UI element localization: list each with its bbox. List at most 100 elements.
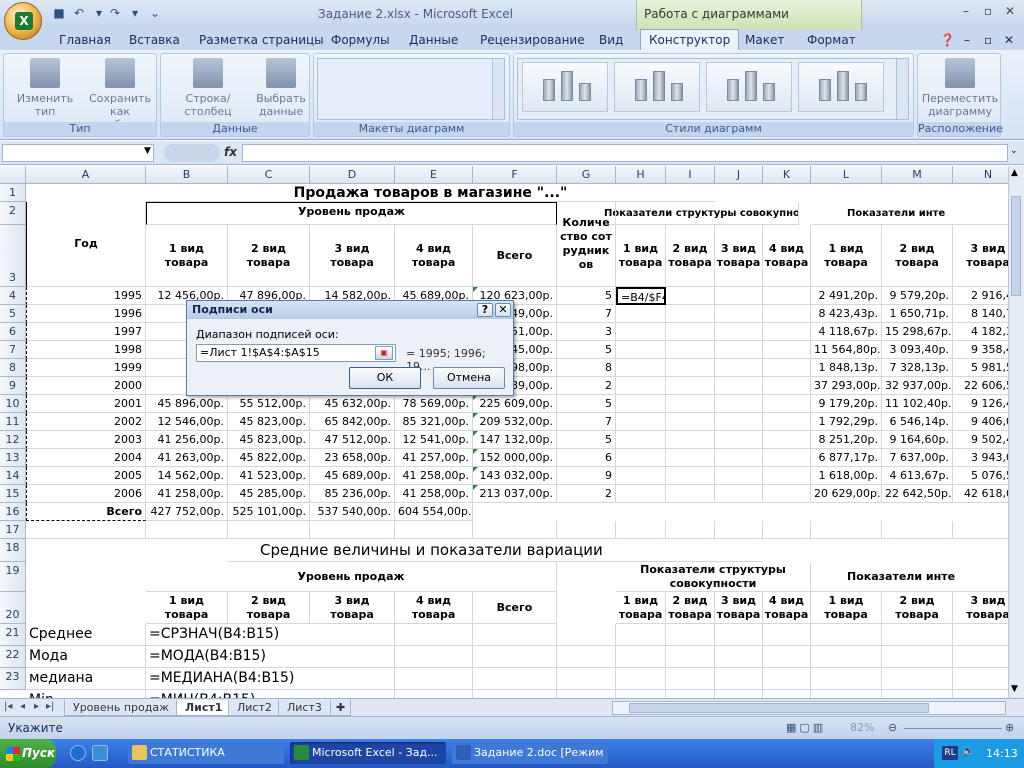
s2-empty-cell[interactable] xyxy=(715,624,763,646)
data-cell-g14[interactable]: 9 xyxy=(557,467,616,485)
redo-icon[interactable]: ↷ xyxy=(108,6,122,20)
row-header-19[interactable]: 19 xyxy=(0,562,26,592)
data-cell-h11[interactable] xyxy=(616,413,666,431)
s2-header-goods-2[interactable]: 2 вид товара xyxy=(228,592,310,624)
data-cell-a14[interactable]: 2005 xyxy=(26,467,146,485)
data-cell-a5[interactable]: 1996 xyxy=(26,305,146,323)
data-cell-g13[interactable]: 6 xyxy=(557,449,616,467)
data-cell-l5[interactable]: 8 423,43р. xyxy=(811,305,882,323)
s2-empty-cell[interactable] xyxy=(473,668,557,690)
header-intensity[interactable]: Показатели инте xyxy=(811,202,1024,225)
layouts-gallery-scroll[interactable] xyxy=(492,59,504,119)
row-header-7[interactable]: 7 xyxy=(0,341,26,359)
data-cell-a9[interactable]: 2000 xyxy=(26,377,146,395)
column-header-i[interactable]: I xyxy=(666,166,715,184)
data-cell-i5[interactable] xyxy=(666,305,715,323)
s2-formula-2[interactable]: =МОДА(B4:B15) xyxy=(146,646,395,668)
data-cell-g5[interactable]: 7 xyxy=(557,305,616,323)
row-header-17[interactable]: 17 xyxy=(0,521,26,539)
tab-view[interactable]: Вид xyxy=(599,30,623,50)
tab-design[interactable]: Конструктор xyxy=(640,29,740,51)
vertical-scroll-thumb[interactable] xyxy=(1011,196,1021,296)
blank-cell[interactable] xyxy=(557,521,616,539)
data-cell-h13[interactable] xyxy=(616,449,666,467)
data-cell-g15[interactable]: 2 xyxy=(557,485,616,503)
blank-cell[interactable] xyxy=(26,521,146,539)
data-cell-f10[interactable]: 225 609,00р. xyxy=(473,395,557,413)
zoom-out-icon[interactable]: ⊖ xyxy=(888,721,897,734)
dialog-help-button[interactable]: ? xyxy=(477,303,493,317)
data-cell-m12[interactable]: 9 164,60р. xyxy=(882,431,953,449)
data-cell-l12[interactable]: 8 251,20р. xyxy=(811,431,882,449)
s2-empty-cell[interactable] xyxy=(616,646,666,668)
row-header-5[interactable]: 5 xyxy=(0,305,26,323)
row-header-15[interactable]: 15 xyxy=(0,485,26,503)
s2-empty-cell[interactable] xyxy=(557,690,616,698)
header-total[interactable]: Всего xyxy=(473,225,557,287)
column-header-d[interactable]: D xyxy=(310,166,395,184)
s2-empty-cell[interactable] xyxy=(763,668,811,690)
task-statistika[interactable]: СТАТИСТИКА xyxy=(128,742,284,764)
s2-empty-cell[interactable] xyxy=(395,624,473,646)
data-cell-e12[interactable]: 12 541,00р. xyxy=(395,431,473,449)
data-cell-l15[interactable]: 20 629,00р. xyxy=(811,485,882,503)
chart-layouts-gallery[interactable] xyxy=(317,58,505,120)
data-cell-f11[interactable]: 209 532,00р. xyxy=(473,413,557,431)
data-cell-m15[interactable]: 22 642,50р. xyxy=(882,485,953,503)
blank-cell[interactable] xyxy=(666,521,715,539)
s2-label-4[interactable]: Min xyxy=(26,690,146,698)
worksheet[interactable]: ABCDEFGHIJKLMN 1 2 3 4 5 6 7 8 9 10 11 12 13 14 15 16 17… xyxy=(0,166,1024,698)
undo-icon[interactable]: ↶ xyxy=(72,6,86,20)
s2-empty-cell[interactable] xyxy=(473,624,557,646)
data-cell-a4[interactable]: 1995 xyxy=(26,287,146,305)
header-sales-level[interactable]: Уровень продаж xyxy=(146,202,557,225)
data-cell-k7[interactable] xyxy=(763,341,811,359)
row-header-23[interactable]: 23 xyxy=(0,668,26,690)
s2-empty-cell[interactable] xyxy=(715,646,763,668)
s2-empty-cell[interactable] xyxy=(811,668,882,690)
data-cell-a7[interactable]: 1998 xyxy=(26,341,146,359)
data-cell-h12[interactable] xyxy=(616,431,666,449)
s2-empty-cell[interactable] xyxy=(666,624,715,646)
chart-style-2[interactable] xyxy=(614,62,700,112)
data-cell-i6[interactable] xyxy=(666,323,715,341)
data-cell-l14[interactable]: 1 618,00р. xyxy=(811,467,882,485)
data-cell-f12[interactable]: 147 132,00р. xyxy=(473,431,557,449)
data-cell-j15[interactable] xyxy=(715,485,763,503)
select-data-button[interactable]: Выбрать данные xyxy=(255,58,307,118)
data-cell-h8[interactable] xyxy=(616,359,666,377)
data-cell-c15[interactable]: 45 285,00р. xyxy=(228,485,310,503)
data-cell-f14[interactable]: 143 032,00р. xyxy=(473,467,557,485)
close-icon[interactable]: ✕ xyxy=(1000,3,1020,19)
sheet-nav-next-icon[interactable]: ▸ xyxy=(34,701,39,712)
s2-empty-cell[interactable] xyxy=(763,624,811,646)
header-goods-1[interactable]: 1 вид товара xyxy=(146,225,228,287)
data-cell-d14[interactable]: 45 689,00р. xyxy=(310,467,395,485)
s2-label-3[interactable]: медиана xyxy=(26,668,146,690)
total-cell-d[interactable]: 537 540,00р. xyxy=(310,503,395,521)
s2-empty-cell[interactable] xyxy=(882,668,953,690)
s2-empty-cell[interactable] xyxy=(763,690,811,698)
data-cell-l9[interactable]: 37 293,00р. xyxy=(811,377,882,395)
s2-header-intensity[interactable]: Показатели инте xyxy=(811,562,1024,592)
data-cell-h7[interactable] xyxy=(616,341,666,359)
data-cell-k4[interactable] xyxy=(763,287,811,305)
s2-empty-cell[interactable] xyxy=(395,668,473,690)
data-cell-c11[interactable]: 45 823,00р. xyxy=(228,413,310,431)
data-cell-e14[interactable]: 41 258,00р. xyxy=(395,467,473,485)
data-cell-h14[interactable] xyxy=(616,467,666,485)
data-cell-l7[interactable]: 11 564,80р. xyxy=(811,341,882,359)
s2-formula-4[interactable]: =МИН(B4:B15) xyxy=(146,690,395,698)
redo-dropdown-icon[interactable]: ▾ xyxy=(128,6,142,20)
expand-formula-icon[interactable]: ⌄ xyxy=(1010,146,1018,156)
sheet-nav-prev-icon[interactable]: ◂ xyxy=(20,701,25,712)
dialog-close-button[interactable]: ✕ xyxy=(495,303,511,317)
row-header-1[interactable]: 1 xyxy=(0,184,26,202)
office-button[interactable]: X xyxy=(4,2,42,40)
data-cell-l8[interactable]: 1 848,13р. xyxy=(811,359,882,377)
data-cell-k11[interactable] xyxy=(763,413,811,431)
data-cell-g7[interactable]: 5 xyxy=(557,341,616,359)
data-cell-k9[interactable] xyxy=(763,377,811,395)
switch-row-column-button[interactable]: Строка/столбец xyxy=(165,58,251,118)
save-template-button[interactable]: Сохранить как шаблон xyxy=(86,58,154,131)
